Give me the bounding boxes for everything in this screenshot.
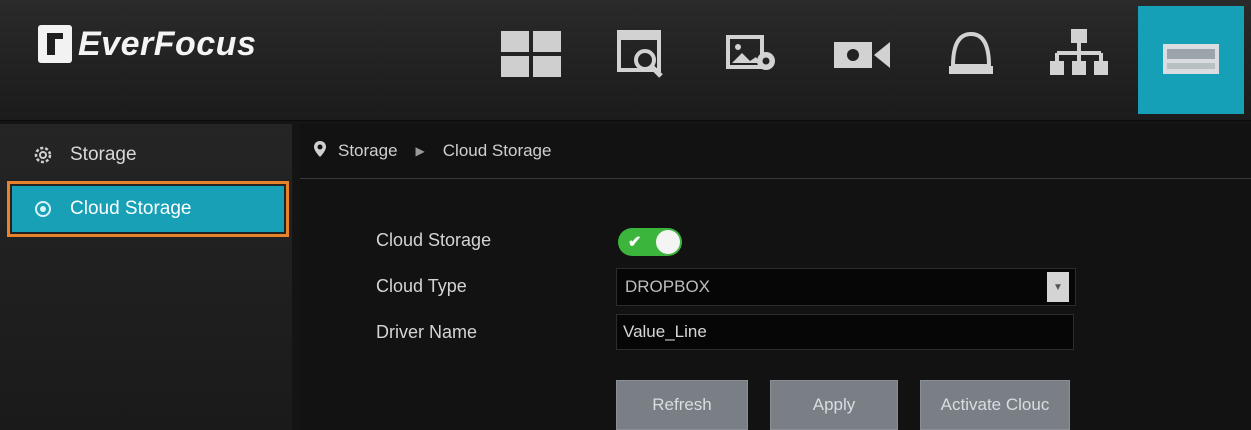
check-icon: ✔ [628, 234, 642, 251]
cloud-type-select[interactable]: DROPBOX ▼ [616, 268, 1076, 306]
network-icon[interactable] [1043, 18, 1115, 90]
brand-name: EverFocus [78, 24, 257, 63]
image-settings-icon[interactable] [716, 18, 788, 90]
cloud-type-value: DROPBOX [625, 277, 711, 296]
layout-grid-icon[interactable] [495, 18, 567, 90]
breadcrumb: Storage ▶ Cloud Storage [300, 124, 1251, 179]
sidebar-item-label: Cloud Storage [70, 198, 192, 219]
top-bar: EverFocus [0, 0, 1251, 121]
breadcrumb-item[interactable]: Storage [338, 141, 398, 161]
refresh-button[interactable]: Refresh [616, 380, 748, 430]
toggle-knob [656, 230, 680, 254]
cloud-icon [32, 198, 54, 220]
gear-icon [32, 144, 54, 166]
location-pin-icon [314, 140, 326, 162]
cloud-storage-label: Cloud Storage [376, 230, 492, 250]
sidebar-item-cloud-storage[interactable]: Cloud Storage [7, 181, 289, 237]
activate-cloud-button[interactable]: Activate Clouc [920, 380, 1070, 430]
storage-drive-icon[interactable] [1138, 6, 1244, 114]
breadcrumb-item: Cloud Storage [442, 141, 552, 160]
cloud-type-label: Cloud Type [376, 276, 467, 296]
sidebar-item-storage[interactable]: Storage [12, 132, 284, 178]
cloud-storage-toggle[interactable]: ✔ [618, 228, 682, 256]
driver-name-input[interactable] [616, 314, 1074, 350]
brand-logo: EverFocus [38, 22, 256, 66]
main-panel: Storage ▶ Cloud Storage Cloud Storage ✔ … [300, 124, 1251, 430]
chevron-down-icon[interactable]: ▼ [1047, 272, 1069, 302]
camera-icon[interactable] [826, 18, 898, 90]
sidebar-item-label: Storage [70, 144, 137, 165]
logo-mark-icon [38, 25, 72, 63]
driver-name-label: Driver Name [376, 322, 478, 342]
chevron-right-icon: ▶ [415, 144, 425, 158]
apply-button[interactable]: Apply [770, 380, 898, 430]
alarm-bell-icon[interactable] [935, 18, 1007, 90]
sidebar: Storage Cloud Storage [0, 124, 292, 430]
playback-search-icon[interactable] [605, 18, 677, 90]
